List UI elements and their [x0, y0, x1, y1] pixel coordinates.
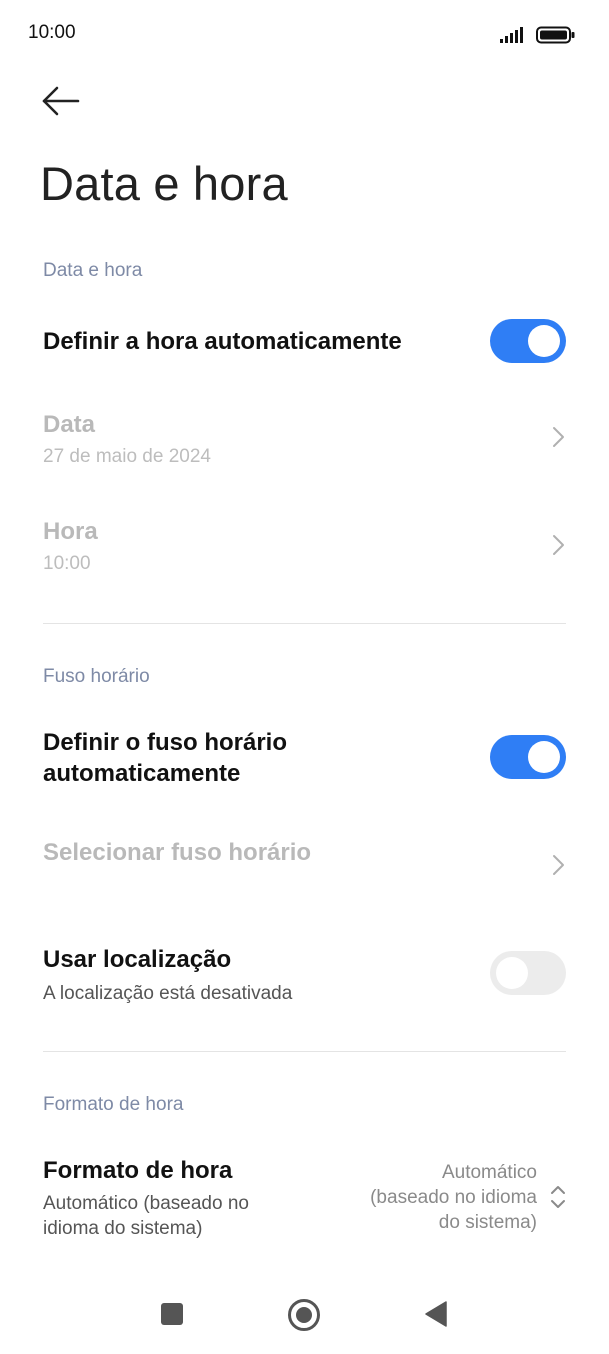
date-value: 27 de maio de 2024	[43, 446, 211, 467]
back-arrow-icon[interactable]	[40, 84, 82, 118]
time-format-value-line3: do sistema)	[438, 1212, 537, 1233]
chevron-right-icon	[553, 427, 564, 447]
battery-icon	[536, 26, 575, 44]
auto-zone-label-line2: automaticamente	[43, 760, 241, 787]
time-format-label: Formato de hora	[43, 1157, 233, 1184]
auto-time-toggle[interactable]	[490, 319, 566, 363]
use-location-sub: A localização está desativada	[43, 983, 293, 1004]
section-header-time-zone: Fuso horário	[43, 666, 150, 687]
chevron-right-icon	[553, 535, 564, 555]
use-location-toggle[interactable]	[490, 951, 566, 995]
toggle-knob	[496, 957, 528, 989]
select-zone-label: Selecionar fuso horário	[43, 839, 312, 866]
divider	[43, 623, 566, 624]
divider	[43, 1051, 566, 1052]
date-label: Data	[43, 411, 96, 438]
signal-icon	[500, 27, 523, 43]
auto-zone-label-line1: Definir o fuso horário	[43, 729, 288, 756]
time-format-sub-line1: Automático (baseado no	[43, 1193, 249, 1214]
auto-zone-toggle[interactable]	[490, 735, 566, 779]
time-label: Hora	[43, 518, 98, 545]
section-header-time-format: Formato de hora	[43, 1094, 184, 1115]
time-format-sub-line2: idioma do sistema)	[43, 1218, 203, 1239]
toggle-knob	[528, 741, 560, 773]
section-header-date-time: Data e hora	[43, 260, 143, 281]
page-title: Data e hora	[40, 157, 288, 210]
square-recents-icon[interactable]	[160, 1302, 184, 1326]
status-time: 10:00	[28, 22, 76, 43]
time-format-value-line1: Automático	[441, 1162, 537, 1183]
time-value: 10:00	[43, 553, 91, 574]
chevron-right-icon	[553, 855, 564, 875]
time-format-value-line2: (baseado no idioma	[370, 1187, 537, 1208]
triangle-back-icon[interactable]	[424, 1301, 448, 1327]
use-location-label: Usar localização	[43, 946, 232, 973]
circle-home-icon[interactable]	[287, 1298, 321, 1332]
auto-time-label: Definir a hora automaticamente	[43, 328, 402, 355]
toggle-knob	[528, 325, 560, 357]
chevron-up-down-icon[interactable]	[548, 1183, 568, 1211]
